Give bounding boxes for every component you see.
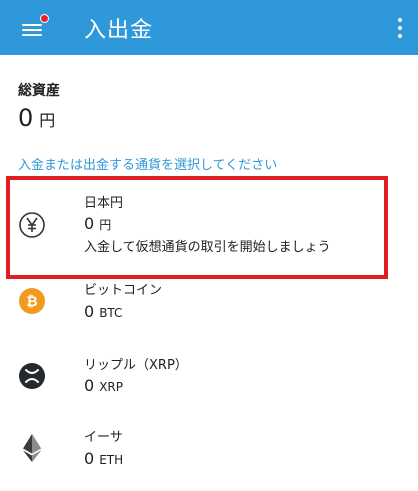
currency-item-eth[interactable]: イーサ 0 ETH bbox=[0, 422, 418, 491]
notification-dot bbox=[40, 14, 49, 23]
total-assets-value: 0円 bbox=[18, 104, 55, 132]
menu-button[interactable] bbox=[14, 14, 50, 42]
currency-amount: 0円 bbox=[84, 214, 112, 233]
currency-name: ビットコイン bbox=[84, 283, 163, 298]
currency-amount: 0 BTC bbox=[84, 302, 123, 321]
bitcoin-icon: ₿ bbox=[19, 288, 45, 314]
svg-text:₿: ₿ bbox=[26, 294, 37, 310]
page-title: 入出金 bbox=[84, 18, 154, 43]
ethereum-icon bbox=[23, 434, 41, 462]
more-vert-icon bbox=[398, 18, 402, 22]
currency-item-jpy[interactable]: 日本円 0円 入金して仮想通貨の取引を開始しましょう bbox=[0, 180, 418, 260]
instruction-text: 入金または出金する通貨を選択してください bbox=[18, 158, 278, 173]
currency-name: 日本円 bbox=[84, 196, 124, 211]
currency-item-xrp[interactable]: リップル（XRP） 0 XRP bbox=[0, 352, 418, 432]
total-assets-amount: 0 bbox=[18, 104, 34, 132]
app-bar: 入出金 bbox=[0, 0, 418, 55]
menu-icon bbox=[22, 24, 42, 26]
currency-name: イーサ bbox=[84, 430, 123, 445]
currency-name: リップル（XRP） bbox=[84, 358, 188, 373]
total-assets-unit: 円 bbox=[39, 111, 56, 130]
more-options-button[interactable] bbox=[392, 15, 408, 41]
total-assets-label: 総資産 bbox=[18, 83, 60, 99]
currency-amount: 0 XRP bbox=[84, 376, 123, 395]
currency-item-btc[interactable]: ₿ ビットコイン 0 BTC bbox=[0, 275, 418, 355]
yen-icon bbox=[19, 212, 45, 238]
currency-description: 入金して仮想通貨の取引を開始しましょう bbox=[84, 240, 331, 255]
xrp-icon bbox=[19, 363, 45, 389]
currency-amount: 0 ETH bbox=[84, 449, 124, 468]
